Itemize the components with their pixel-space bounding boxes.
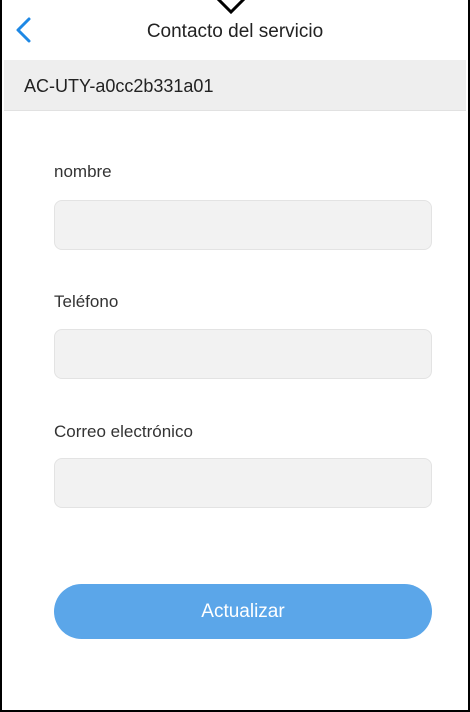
- top-notch-decoration: [216, 0, 246, 15]
- device-id-bar: AC-UTY-a0cc2b331a01: [4, 60, 466, 111]
- update-button[interactable]: Actualizar: [54, 584, 432, 639]
- phone-input[interactable]: [54, 329, 432, 379]
- name-label: nombre: [54, 162, 112, 181]
- email-label: Correo electrónico: [54, 422, 193, 441]
- app-screen: Contacto del servicio AC-UTY-a0cc2b331a0…: [0, 0, 470, 712]
- phone-label: Teléfono: [54, 292, 119, 311]
- email-input[interactable]: [54, 458, 432, 508]
- name-input[interactable]: [54, 200, 432, 250]
- device-id-label: AC-UTY-a0cc2b331a01: [24, 76, 214, 96]
